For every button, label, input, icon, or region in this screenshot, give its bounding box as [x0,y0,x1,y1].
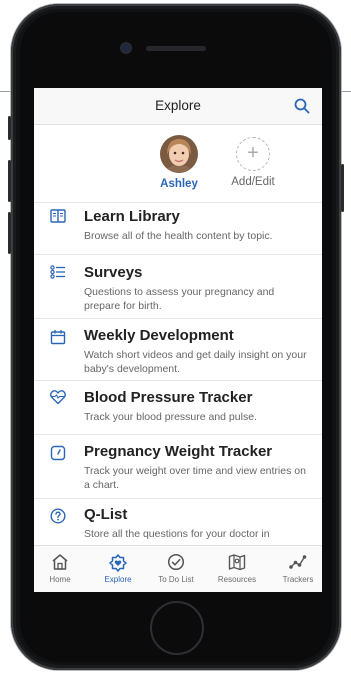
list-item-blood-pressure-tracker[interactable]: Blood Pressure Tracker Track your blood … [34,381,322,435]
tab-label: To Do List [158,575,194,584]
power-button [341,164,344,212]
calendar-icon [50,330,66,345]
tab-label: Trackers [282,575,314,584]
tab-trackers[interactable]: Trackers [269,546,322,592]
item-desc: Questions to assess your pregnancy and p… [84,286,275,312]
list-item-pregnancy-weight-tracker[interactable]: Pregnancy Weight Tracker Track your weig… [34,435,322,499]
list-item-surveys[interactable]: Surveys Questions to assess your pregnan… [34,255,322,319]
tab-to-do-list[interactable]: To Do List [147,546,205,592]
map-icon [228,554,246,571]
side-button [8,116,11,140]
item-title: Weekly Development [84,327,234,344]
tab-bar: Home Explore To Do List Resources Tracke… [34,545,322,592]
item-title: Learn Library [84,208,180,225]
item-desc: Store all the questions for your doctor … [84,528,270,540]
app-screen: Explore Ashley + Add/Edit Learn Library … [34,88,322,592]
question-icon [50,508,66,524]
speaker-grille [146,46,206,51]
tab-home[interactable]: Home [34,546,89,592]
explore-list: Learn Library Browse all of the health c… [34,201,322,549]
search-icon[interactable] [294,98,310,114]
list-item-learn-library[interactable]: Learn Library Browse all of the health c… [34,201,322,255]
list-item-weekly-development[interactable]: Weekly Development Watch short videos an… [34,319,322,381]
item-title: Surveys [84,264,143,281]
home-icon [52,554,68,570]
avatar [160,135,198,173]
tab-label: Resources [217,575,257,584]
item-desc: Track your weight over time and view ent… [84,465,306,491]
item-desc: Watch short videos and get daily insight… [84,349,307,375]
item-title: Pregnancy Weight Tracker [84,443,273,460]
heart-pulse-icon [50,390,66,405]
item-title: Q-List [84,506,128,523]
plus-icon: + [236,137,270,171]
check-circle-icon [167,553,185,571]
book-icon [50,209,66,223]
list-icon [50,265,65,279]
profile-switcher: Ashley + Add/Edit [34,125,322,203]
profile-add-edit[interactable]: + Add/Edit [208,135,298,188]
home-button[interactable] [150,601,204,655]
volume-down-button [8,212,11,254]
item-desc: Track your blood pressure and pulse. [84,411,257,423]
profile-add-label: Add/Edit [231,176,275,188]
page-title: Explore [155,98,201,113]
compass-heart-icon [109,554,127,572]
trend-icon [289,555,307,569]
list-item-q-list[interactable]: Q-List Store all the questions for your … [34,499,322,549]
volume-up-button [8,160,11,202]
tab-label: Home [49,575,71,584]
tab-resources[interactable]: Resources [208,546,266,592]
scale-icon [50,445,66,461]
front-camera [121,43,131,53]
item-title: Blood Pressure Tracker [84,389,253,406]
tab-label: Explore [104,575,132,584]
item-desc: Browse all of the health content by topi… [84,230,273,242]
tab-explore[interactable]: Explore [89,546,147,592]
nav-bar: Explore [34,88,322,125]
